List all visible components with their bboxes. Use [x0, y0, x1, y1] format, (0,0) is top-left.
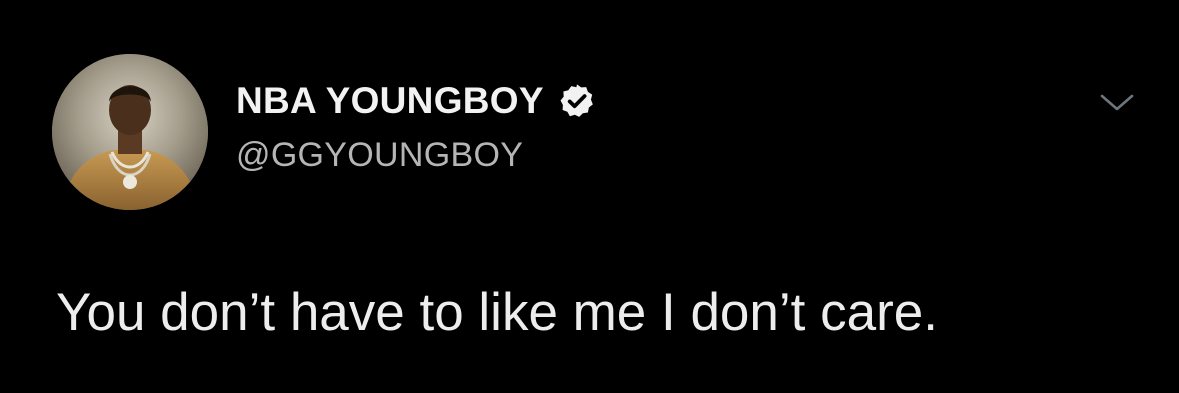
- avatar-image: [52, 54, 208, 210]
- avatar[interactable]: [52, 54, 208, 210]
- tweet-text: You don’t have to like me I don’t care.: [56, 283, 938, 342]
- display-name[interactable]: NBA YOUNGBOY: [236, 80, 544, 122]
- author-name-row: NBA YOUNGBOY: [236, 78, 596, 124]
- tweet-card: NBA YOUNGBOY @GGYOUNGBOY You don’t have …: [0, 0, 1179, 393]
- chevron-down-icon[interactable]: [1098, 92, 1136, 114]
- verified-badge-icon: [558, 82, 596, 120]
- author-handle[interactable]: @GGYOUNGBOY: [236, 136, 523, 175]
